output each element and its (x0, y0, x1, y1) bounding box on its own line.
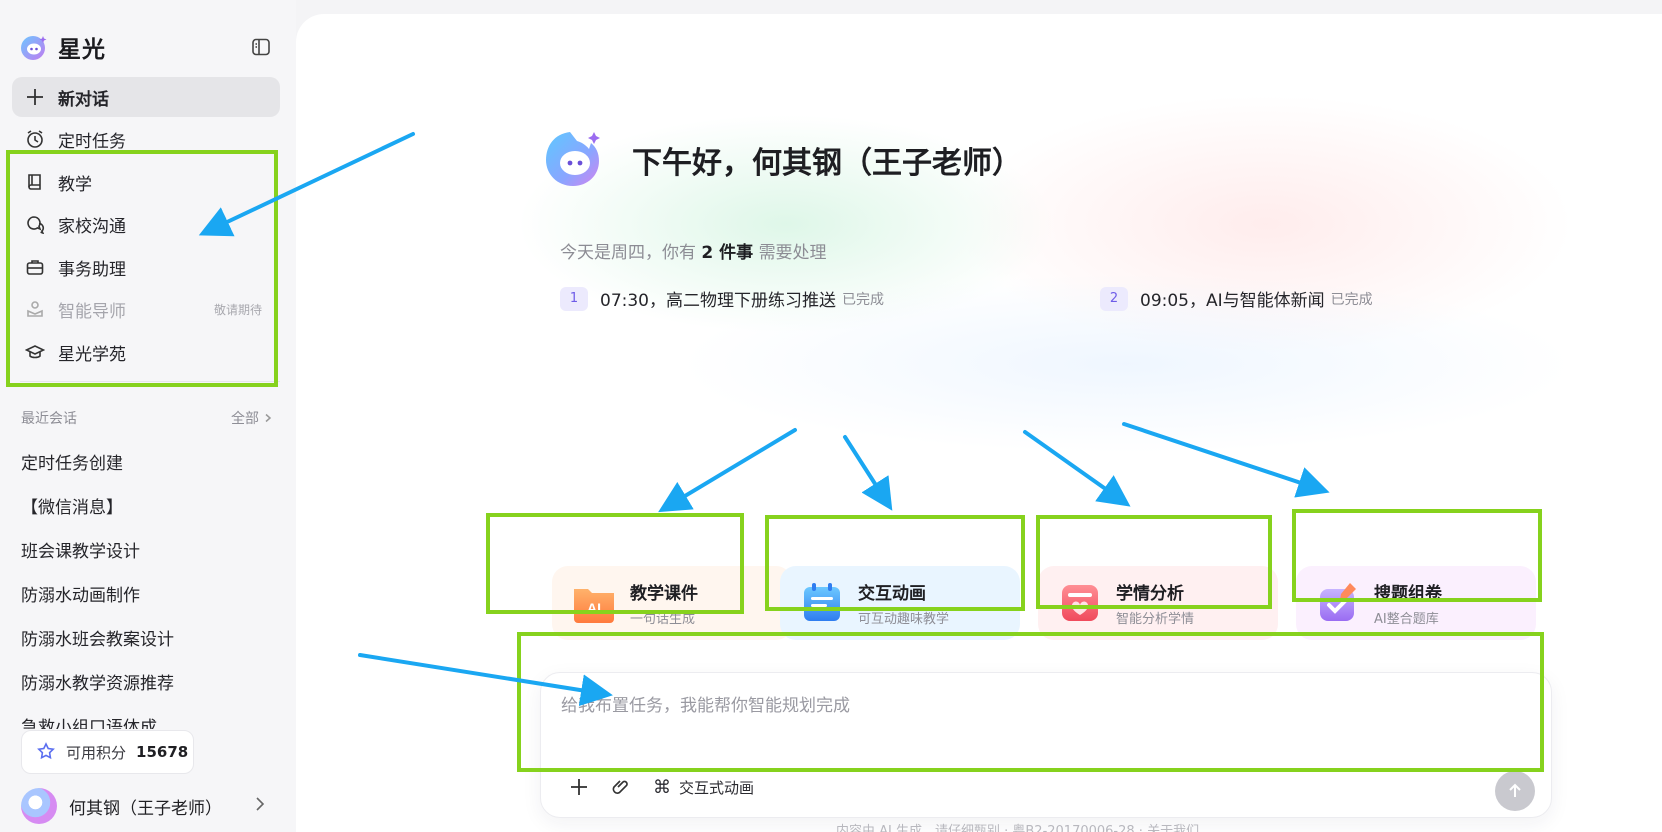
sidebar-item-label: 定时任务 (58, 131, 126, 152)
summary-prefix: 今天是周四，你有 (560, 243, 696, 263)
mentor-icon (24, 298, 46, 320)
todo-number-badge: 2 (1100, 286, 1128, 311)
sidebar-item-label: 家校沟通 (58, 216, 126, 237)
recent-item[interactable]: 急救小组口语体成 (21, 706, 276, 729)
todo-item[interactable]: 1 07:30，高二物理下册练习推送 已完成 (560, 286, 884, 311)
book-icon (24, 171, 46, 193)
card-title: 教学课件 (630, 584, 698, 604)
new-chat-label: 新对话 (58, 89, 109, 110)
interactive-animation-button[interactable]: ⌘ 交互式动画 (653, 777, 754, 798)
plus-icon (24, 86, 46, 108)
question-check-icon (1314, 579, 1362, 627)
summary-suffix: 需要处理 (758, 243, 827, 263)
todo-item[interactable]: 2 09:05，AI与智能体新闻 已完成 (1100, 286, 1373, 311)
assistant-mascot-icon (540, 126, 606, 192)
interactive-animation-label: 交互式动画 (679, 779, 755, 797)
sidebar-item-admin[interactable]: 事务助理 (12, 247, 280, 287)
card-analysis[interactable]: 学情分析 智能分析学情 (1038, 566, 1278, 640)
recent-item[interactable]: 防溺水班会教案设计 (21, 618, 276, 662)
sidebar-item-label: 智能导师 (58, 301, 126, 322)
paperclip-icon (612, 780, 628, 794)
summary-count: 2 件事 (701, 243, 754, 263)
card-courseware[interactable]: AI 教学课件 一句话生成 (552, 566, 792, 640)
recent-item[interactable]: 【微信消息】 (21, 486, 276, 530)
footer-disclaimer: 内容由 AI 生成，请仔细甄别 · 粤B2-20170006-28 · 关于我们 (836, 824, 1200, 832)
composer-input[interactable]: 给我布置任务，我能帮你智能规划完成 (561, 691, 850, 716)
recent-list: 定时任务创建 【微信消息】 班会课教学设计 防溺水动画制作 防溺水班会教案设计 … (21, 442, 276, 729)
animation-board-icon (798, 579, 846, 627)
sidebar-item-teaching[interactable]: 教学 (12, 162, 280, 202)
brand[interactable]: 星光 (20, 30, 106, 64)
card-subtitle: 智能分析学情 (1116, 612, 1195, 627)
sidebar: 星光 新对话 定时任务 教学 家校沟通 事务助理 智能导师 敬请期待 星光学苑 … (0, 0, 296, 832)
analysis-box-icon (1056, 579, 1104, 627)
coming-soon-hint: 敬请期待 (213, 302, 262, 317)
recent-item[interactable]: 防溺水动画制作 (21, 574, 276, 618)
sidebar-item-label: 星光学苑 (58, 344, 126, 365)
new-chat-button[interactable]: 新对话 (12, 77, 280, 117)
alarm-clock-icon (24, 128, 46, 150)
todo-summary: 今天是周四，你有 2 件事 需要处理 (560, 238, 827, 263)
chevron-right-icon (256, 797, 265, 811)
card-subtitle: 一句话生成 (630, 612, 696, 627)
card-subtitle: 可互动趣味教学 (858, 612, 950, 627)
card-title: 搜题组卷 (1374, 584, 1442, 604)
plus-icon (571, 779, 587, 795)
user-name: 何其钢（王子老师） (69, 798, 222, 819)
nav-divider (20, 381, 280, 382)
recent-item[interactable]: 定时任务创建 (21, 442, 276, 486)
recent-title: 最近会话 (21, 411, 77, 427)
todo-text: 07:30，高二物理下册练习推送 (600, 291, 836, 311)
recent-header: 最近会话 全部 (21, 408, 273, 428)
brand-logo-icon (20, 33, 48, 61)
chat-bubbles-icon (24, 213, 46, 235)
credits-value: 15678 (136, 743, 189, 761)
sidebar-item-label: 教学 (58, 174, 92, 195)
greeting-title: 下午好，何其钢（王子老师） (632, 146, 1022, 181)
sidebar-item-label: 事务助理 (58, 259, 126, 280)
card-question-search[interactable]: 搜题组卷 AI整合题库 (1296, 566, 1536, 640)
todo-status: 已完成 (842, 291, 884, 308)
card-title: 学情分析 (1116, 584, 1184, 604)
view-all-link[interactable]: 全部 (231, 408, 273, 428)
sidebar-toggle-icon[interactable] (250, 36, 272, 58)
add-attachment-button[interactable] (569, 777, 589, 797)
user-profile[interactable]: 何其钢（王子老师） (21, 784, 273, 828)
credits-badge[interactable]: 可用积分 15678 (21, 730, 194, 774)
avatar (21, 788, 57, 824)
sidebar-item-home-school[interactable]: 家校沟通 (12, 204, 280, 244)
sidebar-item-scheduled[interactable]: 定时任务 (12, 119, 280, 159)
star-badge-icon (36, 742, 56, 762)
briefcase-icon (24, 256, 46, 278)
card-animation[interactable]: 交互动画 可互动趣味教学 (780, 566, 1020, 640)
card-title: 交互动画 (858, 584, 926, 604)
todo-text: 09:05，AI与智能体新闻 (1140, 291, 1325, 311)
send-button[interactable] (1495, 771, 1535, 811)
svg-text:AI: AI (587, 600, 601, 616)
card-subtitle: AI整合题库 (1374, 612, 1439, 627)
sidebar-item-academy[interactable]: 星光学苑 (12, 332, 280, 372)
chevron-right-icon (265, 413, 272, 423)
command-icon: ⌘ (653, 777, 671, 798)
view-all-label: 全部 (231, 411, 259, 427)
todo-number-badge: 1 (560, 286, 588, 311)
arrow-up-icon (1509, 783, 1521, 797)
recent-item[interactable]: 班会课教学设计 (21, 530, 276, 574)
graduation-cap-icon (24, 341, 46, 363)
task-composer[interactable]: 给我布置任务，我能帮你智能规划完成 ⌘ 交互式动画 (540, 672, 1552, 818)
brand-name: 星光 (58, 37, 106, 63)
courseware-folder-icon: AI (570, 579, 618, 627)
sidebar-item-mentor: 智能导师 敬请期待 (12, 289, 280, 329)
main-panel: 下午好，何其钢（王子老师） 今天是周四，你有 2 件事 需要处理 1 07:30… (296, 14, 1662, 832)
link-button[interactable] (611, 777, 631, 797)
todo-status: 已完成 (1330, 291, 1373, 308)
credits-label: 可用积分 (66, 743, 127, 762)
recent-item[interactable]: 防溺水教学资源推荐 (21, 662, 276, 706)
